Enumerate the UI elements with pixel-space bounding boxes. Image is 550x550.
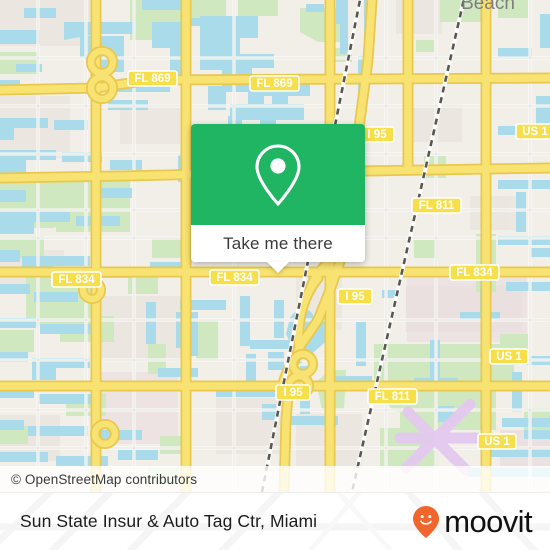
osm-attribution-text: © OpenStreetMap contributors <box>11 471 198 487</box>
road-shield-label: FL 811 <box>375 391 411 403</box>
road-shield: FL 869 <box>127 70 178 87</box>
moovit-smiley-pin-icon <box>413 505 440 538</box>
location-popup[interactable]: Take me there <box>191 124 365 273</box>
road-shield-label: I 95 <box>367 129 387 141</box>
road-shield: US 1 <box>477 433 517 450</box>
map-place-label: Beach <box>461 0 515 14</box>
popup-pointer <box>267 262 289 273</box>
map-pin-icon <box>255 143 301 206</box>
osm-attribution[interactable]: © OpenStreetMap contributors <box>0 466 550 492</box>
popup-header <box>191 124 365 225</box>
road-shield-label: US 1 <box>496 351 522 363</box>
road-shield: FL 834 <box>51 271 102 288</box>
road-shield: US 1 <box>515 123 550 140</box>
popup-footer[interactable]: Take me there <box>191 225 365 273</box>
road-shield: FL 811 <box>411 197 462 214</box>
road-shield: US 1 <box>489 348 529 365</box>
place-title: Sun State Insur & Auto Tag Ctr, Miami <box>20 511 318 531</box>
road-shield-label: FL 834 <box>58 274 95 286</box>
card-footer: Sun State Insur & Auto Tag Ctr, Miami mo… <box>0 492 550 550</box>
road-shield-label: FL 869 <box>256 78 292 90</box>
moovit-wordmark: moovit <box>444 504 532 539</box>
road-shield-label: FL 834 <box>456 267 493 279</box>
road-shield: FL 811 <box>367 388 418 405</box>
take-me-there-label: Take me there <box>223 233 333 253</box>
road-shield-label: FL 811 <box>419 200 455 212</box>
road-shield: I 95 <box>359 126 395 143</box>
road-shield: FL 834 <box>209 269 260 286</box>
road-shield-label: US 1 <box>522 126 548 138</box>
road-shield-label: I 95 <box>345 291 365 303</box>
road-shield: FL 869 <box>249 75 300 92</box>
road-shield-label: I 95 <box>283 387 303 399</box>
road-shield: I 95 <box>337 288 373 305</box>
road-shield-label: FL 869 <box>134 73 170 85</box>
road-shield: I 95 <box>275 384 311 401</box>
road-shield-label: FL 834 <box>216 272 253 284</box>
road-shield-label: US 1 <box>484 436 510 448</box>
moovit-location-card: Beach FL 869 FL 869 I 95 US 1 FL 811 FL 834 FL… <box>0 0 550 550</box>
moovit-logo[interactable]: moovit <box>412 504 533 539</box>
road-shield: FL 834 <box>449 264 500 281</box>
